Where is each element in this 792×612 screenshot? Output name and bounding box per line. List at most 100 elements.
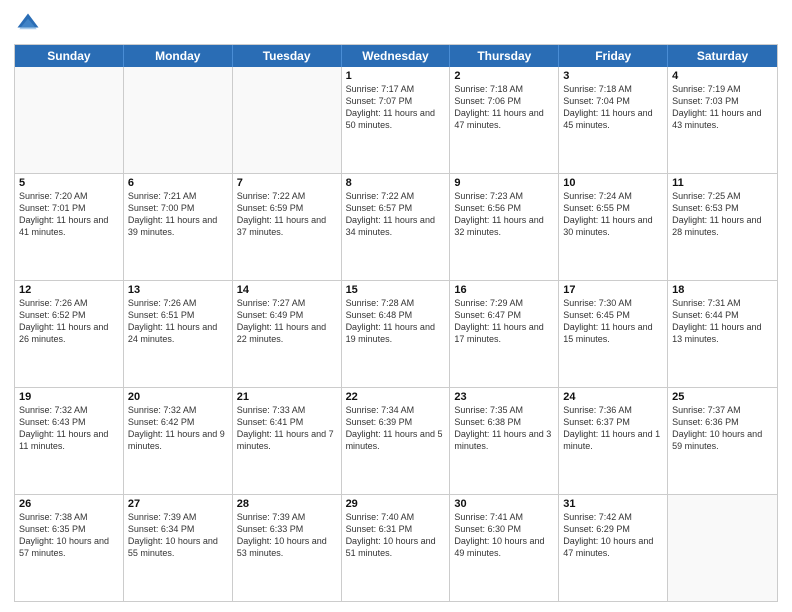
calendar-header-row: SundayMondayTuesdayWednesdayThursdayFrid… [15, 45, 777, 67]
calendar-cell: 19Sunrise: 7:32 AMSunset: 6:43 PMDayligh… [15, 388, 124, 494]
calendar-cell [124, 67, 233, 173]
calendar-cell: 23Sunrise: 7:35 AMSunset: 6:38 PMDayligh… [450, 388, 559, 494]
calendar-cell: 25Sunrise: 7:37 AMSunset: 6:36 PMDayligh… [668, 388, 777, 494]
day-number: 10 [563, 177, 663, 189]
calendar-cell: 20Sunrise: 7:32 AMSunset: 6:42 PMDayligh… [124, 388, 233, 494]
day-number: 16 [454, 284, 554, 296]
cell-info: Sunrise: 7:32 AMSunset: 6:43 PMDaylight:… [19, 404, 119, 453]
cell-info: Sunrise: 7:38 AMSunset: 6:35 PMDaylight:… [19, 511, 119, 560]
day-number: 13 [128, 284, 228, 296]
calendar: SundayMondayTuesdayWednesdayThursdayFrid… [14, 44, 778, 602]
header-cell-tuesday: Tuesday [233, 45, 342, 67]
day-number: 25 [672, 391, 773, 403]
calendar-row-1: 5Sunrise: 7:20 AMSunset: 7:01 PMDaylight… [15, 173, 777, 280]
calendar-cell: 16Sunrise: 7:29 AMSunset: 6:47 PMDayligh… [450, 281, 559, 387]
calendar-cell: 14Sunrise: 7:27 AMSunset: 6:49 PMDayligh… [233, 281, 342, 387]
calendar-body: 1Sunrise: 7:17 AMSunset: 7:07 PMDaylight… [15, 67, 777, 601]
calendar-row-3: 19Sunrise: 7:32 AMSunset: 6:43 PMDayligh… [15, 387, 777, 494]
calendar-cell: 9Sunrise: 7:23 AMSunset: 6:56 PMDaylight… [450, 174, 559, 280]
calendar-cell: 4Sunrise: 7:19 AMSunset: 7:03 PMDaylight… [668, 67, 777, 173]
day-number: 1 [346, 70, 446, 82]
calendar-cell: 11Sunrise: 7:25 AMSunset: 6:53 PMDayligh… [668, 174, 777, 280]
day-number: 29 [346, 498, 446, 510]
calendar-cell: 26Sunrise: 7:38 AMSunset: 6:35 PMDayligh… [15, 495, 124, 601]
calendar-cell: 18Sunrise: 7:31 AMSunset: 6:44 PMDayligh… [668, 281, 777, 387]
cell-info: Sunrise: 7:35 AMSunset: 6:38 PMDaylight:… [454, 404, 554, 453]
cell-info: Sunrise: 7:28 AMSunset: 6:48 PMDaylight:… [346, 297, 446, 346]
cell-info: Sunrise: 7:34 AMSunset: 6:39 PMDaylight:… [346, 404, 446, 453]
day-number: 21 [237, 391, 337, 403]
day-number: 30 [454, 498, 554, 510]
cell-info: Sunrise: 7:27 AMSunset: 6:49 PMDaylight:… [237, 297, 337, 346]
header-cell-monday: Monday [124, 45, 233, 67]
calendar-cell [233, 67, 342, 173]
calendar-cell: 5Sunrise: 7:20 AMSunset: 7:01 PMDaylight… [15, 174, 124, 280]
day-number: 7 [237, 177, 337, 189]
calendar-cell: 10Sunrise: 7:24 AMSunset: 6:55 PMDayligh… [559, 174, 668, 280]
cell-info: Sunrise: 7:20 AMSunset: 7:01 PMDaylight:… [19, 190, 119, 239]
cell-info: Sunrise: 7:32 AMSunset: 6:42 PMDaylight:… [128, 404, 228, 453]
day-number: 18 [672, 284, 773, 296]
day-number: 24 [563, 391, 663, 403]
calendar-cell: 6Sunrise: 7:21 AMSunset: 7:00 PMDaylight… [124, 174, 233, 280]
day-number: 5 [19, 177, 119, 189]
cell-info: Sunrise: 7:22 AMSunset: 6:57 PMDaylight:… [346, 190, 446, 239]
calendar-row-2: 12Sunrise: 7:26 AMSunset: 6:52 PMDayligh… [15, 280, 777, 387]
calendar-cell: 13Sunrise: 7:26 AMSunset: 6:51 PMDayligh… [124, 281, 233, 387]
logo-icon [14, 10, 42, 38]
cell-info: Sunrise: 7:26 AMSunset: 6:52 PMDaylight:… [19, 297, 119, 346]
day-number: 28 [237, 498, 337, 510]
cell-info: Sunrise: 7:41 AMSunset: 6:30 PMDaylight:… [454, 511, 554, 560]
cell-info: Sunrise: 7:30 AMSunset: 6:45 PMDaylight:… [563, 297, 663, 346]
day-number: 20 [128, 391, 228, 403]
header-cell-thursday: Thursday [450, 45, 559, 67]
day-number: 3 [563, 70, 663, 82]
calendar-cell [15, 67, 124, 173]
header-cell-friday: Friday [559, 45, 668, 67]
cell-info: Sunrise: 7:22 AMSunset: 6:59 PMDaylight:… [237, 190, 337, 239]
day-number: 19 [19, 391, 119, 403]
calendar-row-4: 26Sunrise: 7:38 AMSunset: 6:35 PMDayligh… [15, 494, 777, 601]
cell-info: Sunrise: 7:42 AMSunset: 6:29 PMDaylight:… [563, 511, 663, 560]
calendar-cell: 1Sunrise: 7:17 AMSunset: 7:07 PMDaylight… [342, 67, 451, 173]
cell-info: Sunrise: 7:19 AMSunset: 7:03 PMDaylight:… [672, 83, 773, 132]
calendar-cell: 12Sunrise: 7:26 AMSunset: 6:52 PMDayligh… [15, 281, 124, 387]
cell-info: Sunrise: 7:39 AMSunset: 6:34 PMDaylight:… [128, 511, 228, 560]
day-number: 27 [128, 498, 228, 510]
day-number: 23 [454, 391, 554, 403]
calendar-cell: 22Sunrise: 7:34 AMSunset: 6:39 PMDayligh… [342, 388, 451, 494]
calendar-cell: 3Sunrise: 7:18 AMSunset: 7:04 PMDaylight… [559, 67, 668, 173]
cell-info: Sunrise: 7:25 AMSunset: 6:53 PMDaylight:… [672, 190, 773, 239]
cell-info: Sunrise: 7:18 AMSunset: 7:04 PMDaylight:… [563, 83, 663, 132]
calendar-cell: 24Sunrise: 7:36 AMSunset: 6:37 PMDayligh… [559, 388, 668, 494]
day-number: 14 [237, 284, 337, 296]
calendar-cell: 2Sunrise: 7:18 AMSunset: 7:06 PMDaylight… [450, 67, 559, 173]
calendar-row-0: 1Sunrise: 7:17 AMSunset: 7:07 PMDaylight… [15, 67, 777, 173]
calendar-cell: 7Sunrise: 7:22 AMSunset: 6:59 PMDaylight… [233, 174, 342, 280]
cell-info: Sunrise: 7:24 AMSunset: 6:55 PMDaylight:… [563, 190, 663, 239]
day-number: 31 [563, 498, 663, 510]
header-cell-wednesday: Wednesday [342, 45, 451, 67]
cell-info: Sunrise: 7:37 AMSunset: 6:36 PMDaylight:… [672, 404, 773, 453]
logo [14, 10, 46, 38]
calendar-cell: 27Sunrise: 7:39 AMSunset: 6:34 PMDayligh… [124, 495, 233, 601]
day-number: 17 [563, 284, 663, 296]
cell-info: Sunrise: 7:21 AMSunset: 7:00 PMDaylight:… [128, 190, 228, 239]
calendar-cell: 30Sunrise: 7:41 AMSunset: 6:30 PMDayligh… [450, 495, 559, 601]
day-number: 6 [128, 177, 228, 189]
day-number: 2 [454, 70, 554, 82]
calendar-cell: 15Sunrise: 7:28 AMSunset: 6:48 PMDayligh… [342, 281, 451, 387]
day-number: 9 [454, 177, 554, 189]
calendar-cell: 28Sunrise: 7:39 AMSunset: 6:33 PMDayligh… [233, 495, 342, 601]
calendar-cell: 21Sunrise: 7:33 AMSunset: 6:41 PMDayligh… [233, 388, 342, 494]
cell-info: Sunrise: 7:18 AMSunset: 7:06 PMDaylight:… [454, 83, 554, 132]
header-cell-sunday: Sunday [15, 45, 124, 67]
cell-info: Sunrise: 7:23 AMSunset: 6:56 PMDaylight:… [454, 190, 554, 239]
calendar-cell: 29Sunrise: 7:40 AMSunset: 6:31 PMDayligh… [342, 495, 451, 601]
page: SundayMondayTuesdayWednesdayThursdayFrid… [0, 0, 792, 612]
cell-info: Sunrise: 7:31 AMSunset: 6:44 PMDaylight:… [672, 297, 773, 346]
header [14, 10, 778, 38]
day-number: 26 [19, 498, 119, 510]
calendar-cell [668, 495, 777, 601]
cell-info: Sunrise: 7:36 AMSunset: 6:37 PMDaylight:… [563, 404, 663, 453]
